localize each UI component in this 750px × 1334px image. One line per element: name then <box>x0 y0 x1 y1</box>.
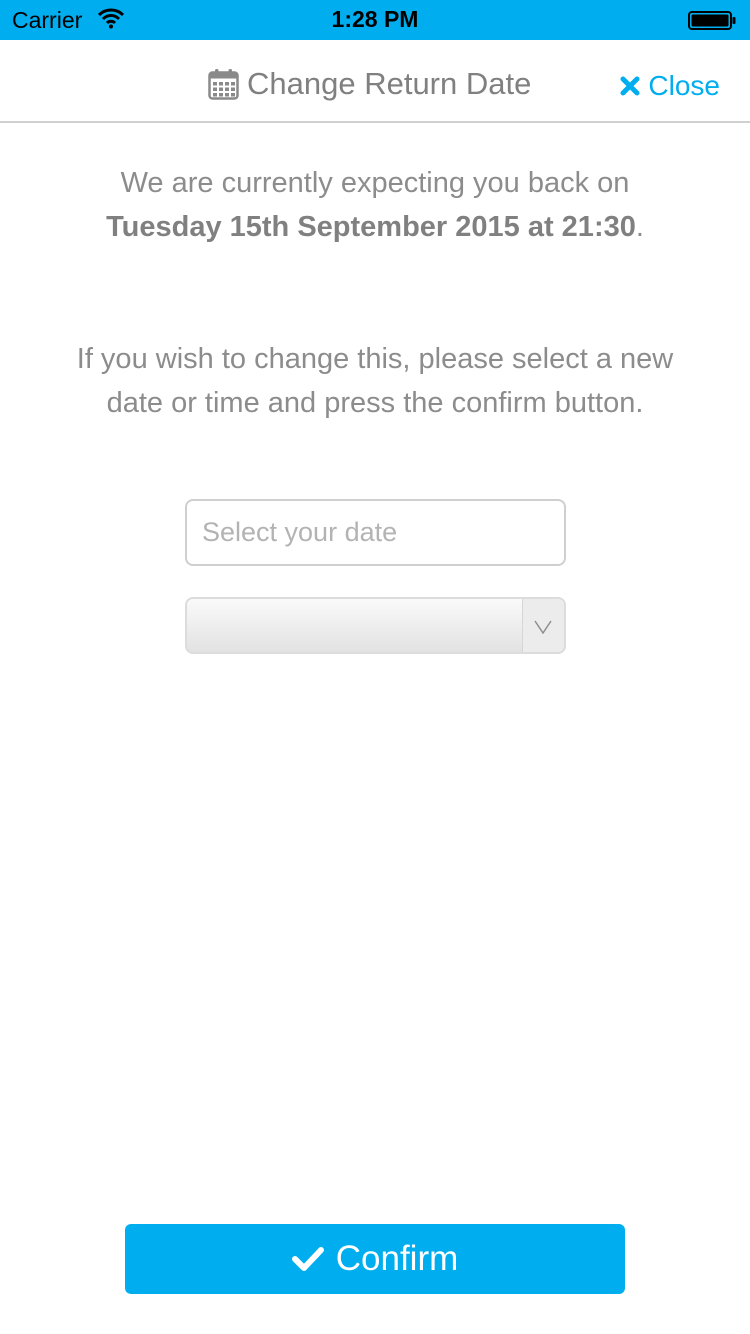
close-button[interactable]: Close <box>620 70 720 102</box>
modal-header: Change Return Date Close <box>0 40 750 123</box>
time-select[interactable] <box>185 597 566 654</box>
check-icon <box>291 1247 324 1271</box>
instructions-message: If you wish to change this, please selec… <box>76 343 674 419</box>
change-return-date-screen: Carrier 1:28 PM Change Return Date Close… <box>0 0 750 1334</box>
current-return-datetime: Tuesday 15th September 2015 at 21:30 <box>106 211 636 243</box>
current-return-message: We are currently expecting you back on Tu… <box>60 161 690 249</box>
confirm-button[interactable]: Confirm <box>125 1224 625 1294</box>
current-return-period: . <box>635 211 644 243</box>
page-title-label: Change Return Date <box>247 66 532 101</box>
select-arrow <box>522 599 564 652</box>
battery-icon <box>688 11 736 30</box>
confirm-button-label: Confirm <box>335 1239 459 1278</box>
close-button-label: Close <box>648 70 720 101</box>
status-bar: Carrier 1:28 PM <box>0 0 750 40</box>
close-icon <box>620 76 640 96</box>
current-return-intro: We are currently expecting you back on <box>120 167 630 199</box>
clock-label: 1:28 PM <box>331 6 419 32</box>
page-title: Change Return Date <box>208 66 531 102</box>
calendar-icon <box>208 69 239 100</box>
chevron-down-icon <box>534 620 552 634</box>
date-input[interactable] <box>185 499 566 566</box>
